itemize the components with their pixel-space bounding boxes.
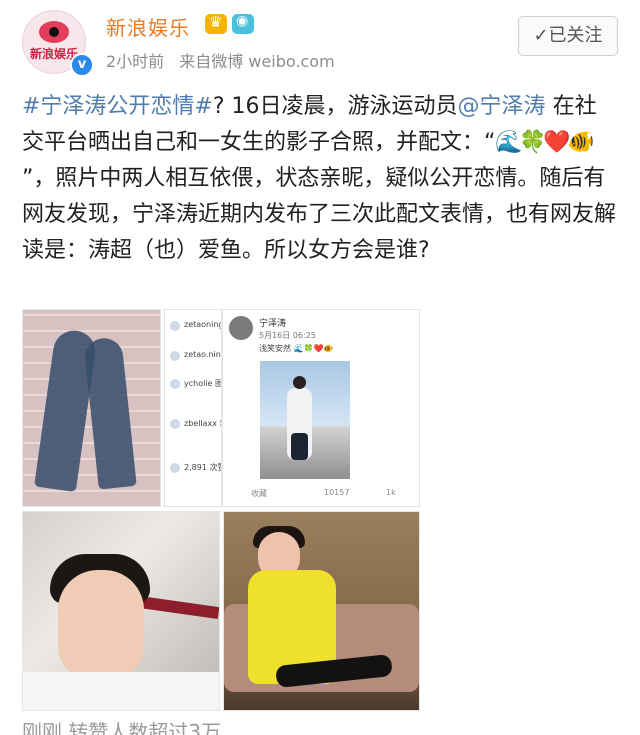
repost-count: 10157 xyxy=(324,488,350,497)
comment-row-2: zetao.ning xyxy=(170,350,221,364)
repost-person xyxy=(287,376,312,460)
comment-count: 1k xyxy=(386,488,396,497)
repost-date: 5月16日 06:25 xyxy=(259,331,316,340)
follow-label: 已关注 xyxy=(548,25,603,46)
comment-row-2-text: zetao.ning xyxy=(184,350,222,359)
vip-crown-icon xyxy=(205,13,227,34)
cut-off-footer-text: 刚刚 转赞人数超过3万 xyxy=(22,722,222,735)
post-text-part-3: ”，照片中两人相互依偎，状态亲昵，疑似公开恋情。随后有网友发现，宁泽涛近期内发布… xyxy=(22,166,617,263)
mention-link[interactable]: @宁泽涛 xyxy=(458,94,546,119)
heart-emoji-icon: ❤️ xyxy=(543,130,571,155)
comment-row-1: zetaoning xyxy=(170,320,221,334)
image-3[interactable]: 宁泽涛 5月16日 06:25 浅笑安然 🌊🍀❤️🐠 收藏 10157 1k xyxy=(222,309,420,507)
collect-count: 收藏 xyxy=(251,489,267,498)
comment-row-4: zbellaxx 我 xyxy=(170,418,221,432)
shadow-figure-right xyxy=(83,336,137,490)
image-1[interactable] xyxy=(22,309,161,507)
time-ago: 2小时前 xyxy=(106,52,165,71)
face-shape xyxy=(58,570,144,680)
verified-badge-icon: v xyxy=(70,53,94,77)
comment-row-1-text: zetaoning xyxy=(184,320,222,329)
check-icon: ✓ xyxy=(533,25,549,46)
clover-emoji-icon: 🍀 xyxy=(519,130,547,155)
account-name[interactable]: 新浪娱乐 xyxy=(106,12,190,41)
follow-button[interactable]: ✓已关注 xyxy=(518,16,618,56)
repost-caption: 浅笑安然 🌊🍀❤️🐠 xyxy=(259,344,334,353)
comment-row-3: ycholie 图 xyxy=(170,378,221,392)
repost-avatar xyxy=(229,316,253,340)
post-text: #宁泽涛公开恋情#? 16日凌晨，游泳运动员@宁泽涛 在社交平台晒出自己和一女生… xyxy=(22,89,618,269)
camera-badge-icon xyxy=(232,13,254,34)
post-text-part-1: ? 16日凌晨，游泳运动员 xyxy=(212,94,458,119)
post-source[interactable]: 来自微博 weibo.com xyxy=(179,52,334,71)
image-gallery: zetaoning zetao.ning ycholie 图 zbellaxx … xyxy=(22,309,420,711)
post-meta: 2小时前 来自微博 weibo.com xyxy=(106,48,345,72)
shirt-shape xyxy=(23,672,219,710)
wave-emoji-icon: 🌊 xyxy=(495,130,523,155)
repost-toolbar: 收藏 10157 1k xyxy=(223,488,419,502)
image-2[interactable]: zetaoning zetao.ning ycholie 图 zbellaxx … xyxy=(164,309,222,507)
image-5[interactable] xyxy=(223,511,420,711)
likes-row: 2,891 次赞 xyxy=(170,462,221,476)
hashtag-link[interactable]: #宁泽涛公开恋情# xyxy=(22,94,213,119)
image-4[interactable] xyxy=(22,511,220,711)
likes-text: 2,891 次赞 xyxy=(184,463,222,472)
comment-row-4-text: zbellaxx 我 xyxy=(184,419,221,428)
post-header: 新浪娱乐 v 新浪娱乐 2小时前 来自微博 weibo.com ✓已关注 xyxy=(0,0,640,82)
logo-eye-icon xyxy=(39,21,69,43)
repost-name: 宁泽涛 xyxy=(259,319,287,329)
comment-row-3-text: ycholie 图 xyxy=(184,379,222,388)
fish-emoji-icon: 🐠 xyxy=(567,130,595,155)
